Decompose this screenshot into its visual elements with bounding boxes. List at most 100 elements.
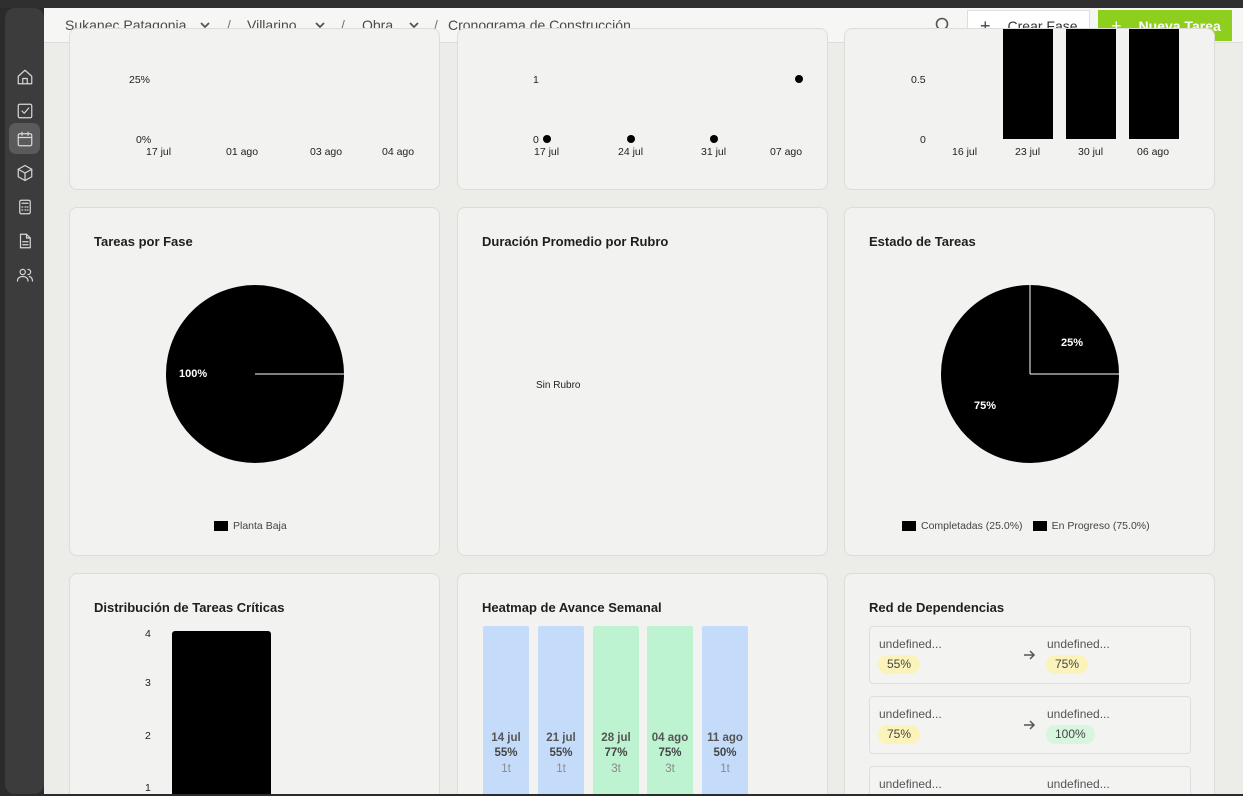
heatmap-cell[interactable]: 21 jul 55% 1t — [538, 626, 584, 794]
legend-label: Completadas (25.0%) — [921, 520, 1023, 532]
dependency-row[interactable]: undefined... 55% undefined... 75% — [869, 626, 1191, 684]
legend-label: En Progreso (75.0%) — [1051, 520, 1150, 532]
weekly-bars-card: 0.5 0 16 jul 23 jul 30 jul 06 ago — [844, 28, 1215, 190]
heatmap-week: 14 jul — [491, 732, 521, 744]
estado-tareas-card: Estado de Tareas 25% 75% Completadas (25… — [844, 207, 1215, 556]
heatmap-percent: 75% — [658, 747, 682, 759]
dependency-to: undefined... — [1047, 777, 1110, 791]
y-tick: 0% — [136, 134, 152, 146]
window-top-strip — [0, 0, 1243, 8]
scatter-point — [627, 135, 635, 143]
sidebar-item-schedule[interactable] — [9, 123, 40, 154]
heatmap-percent: 55% — [494, 747, 518, 759]
heatmap-week: 21 jul — [546, 732, 576, 744]
chart-bar — [1129, 29, 1179, 139]
y-tick: 1 — [533, 74, 539, 86]
legend-label: Planta Baja — [233, 520, 287, 532]
chart-bar — [1066, 29, 1116, 139]
sidebar-item-materials[interactable] — [9, 157, 40, 188]
heatmap-week: 28 jul — [601, 732, 631, 744]
sidebar-item-tasks[interactable] — [9, 95, 40, 126]
scatter-point — [710, 135, 718, 143]
category-label: Sin Rubro — [536, 380, 581, 391]
red-dependencias-card: Red de Dependencias undefined... 55% und… — [844, 573, 1215, 794]
legend-swatch — [902, 521, 916, 531]
card-title: Tareas por Fase — [94, 234, 193, 249]
card-title: Estado de Tareas — [869, 234, 976, 249]
x-tick: 06 ago — [1137, 146, 1170, 158]
heatmap-task-count: 1t — [720, 763, 730, 775]
heatmap-cell[interactable]: 28 jul 77% 3t — [593, 626, 639, 794]
sidebar-item-budget[interactable] — [9, 191, 40, 222]
y-tick: 0 — [533, 134, 539, 146]
scatter-point — [795, 75, 803, 83]
x-tick: 01 ago — [226, 146, 259, 158]
sidebar-item-team[interactable] — [9, 259, 40, 290]
heatmap-cell[interactable]: 14 jul 55% 1t — [483, 626, 529, 794]
card-title: Red de Dependencias — [869, 600, 1005, 615]
tareas-criticas-card: Distribución de Tareas Críticas 4 3 2 1 — [69, 573, 440, 794]
card-title: Distribución de Tareas Críticas — [94, 600, 285, 615]
x-tick: 16 jul — [952, 146, 978, 158]
heatmap-task-count: 3t — [665, 763, 675, 775]
y-tick: 0.5 — [911, 74, 926, 86]
arrow-right-icon — [1022, 648, 1036, 662]
x-tick: 03 ago — [310, 146, 343, 158]
y-tick: 2 — [145, 730, 151, 742]
sidebar-item-home[interactable] — [9, 61, 40, 92]
progress-chart-card: 25% 0% 17 jul 01 ago 03 ago 04 ago — [69, 28, 440, 190]
x-tick: 04 ago — [382, 146, 415, 158]
main-content: Sukanec Patagonia / Villarino / Obra / C… — [44, 8, 1243, 794]
document-icon — [19, 233, 31, 248]
heatmap-percent: 77% — [604, 747, 628, 759]
tareas-por-fase-card: Tareas por Fase 100% Planta Baja — [69, 207, 440, 556]
x-tick: 24 jul — [618, 146, 644, 158]
calendar-icon — [17, 131, 32, 146]
chart-bar — [172, 631, 271, 794]
heatmap-task-count: 1t — [501, 763, 511, 775]
scatter-point — [543, 135, 551, 143]
pie-chart — [941, 285, 1119, 463]
checkbox-icon — [17, 103, 32, 118]
dependency-to: undefined... — [1047, 707, 1110, 721]
pie-label: 25% — [1061, 337, 1084, 349]
y-tick: 0 — [920, 134, 926, 146]
heatmap-cell[interactable]: 11 ago 50% 1t — [702, 626, 748, 794]
pie-label: 75% — [974, 400, 997, 412]
heatmap-percent: 50% — [713, 747, 737, 759]
chart-legend: Completadas (25.0%) En Progreso (75.0%) — [902, 520, 1150, 532]
heatmap-cell[interactable]: 04 ago 75% 3t — [647, 626, 693, 794]
legend-swatch — [1032, 521, 1047, 531]
heatmap-card: Heatmap de Avance Semanal 14 jul 55% 1t … — [457, 573, 828, 794]
users-icon — [16, 268, 33, 282]
arrow-right-icon — [1022, 718, 1036, 732]
dependency-to: undefined... — [1047, 637, 1110, 651]
dependency-row[interactable]: undefined... 75% undefined... 100% — [869, 696, 1191, 754]
chart-bar — [1003, 29, 1053, 139]
dependency-row[interactable]: undefined... undefined... — [869, 766, 1191, 794]
x-tick: 30 jul — [1078, 146, 1104, 158]
chart-legend: Planta Baja — [214, 520, 287, 532]
cube-icon — [17, 164, 32, 181]
legend-swatch — [214, 521, 228, 531]
y-tick: 3 — [145, 677, 151, 689]
home-icon — [17, 69, 32, 84]
heatmap-percent: 55% — [549, 747, 573, 759]
sidebar-item-documents[interactable] — [9, 225, 40, 256]
heatmap-task-count: 3t — [611, 763, 621, 775]
y-tick: 4 — [145, 628, 151, 640]
x-tick: 23 jul — [1015, 146, 1041, 158]
x-tick: 31 jul — [701, 146, 727, 158]
y-tick: 1 — [145, 782, 151, 794]
x-tick: 17 jul — [146, 146, 172, 158]
pie-label: 100% — [179, 368, 208, 380]
heatmap-week: 11 ago — [707, 732, 743, 744]
calculator-icon — [18, 199, 31, 214]
dependency-from: undefined... — [879, 637, 942, 651]
progress-badge: 75% — [1046, 655, 1089, 674]
duracion-promedio-card: Duración Promedio por Rubro Sin Rubro — [457, 207, 828, 556]
scatter-chart-card: 1 0 17 jul 24 jul 31 jul 07 ago — [457, 28, 828, 190]
progress-badge: 55% — [878, 655, 921, 674]
card-title: Duración Promedio por Rubro — [482, 234, 669, 249]
x-tick: 07 ago — [770, 146, 803, 158]
